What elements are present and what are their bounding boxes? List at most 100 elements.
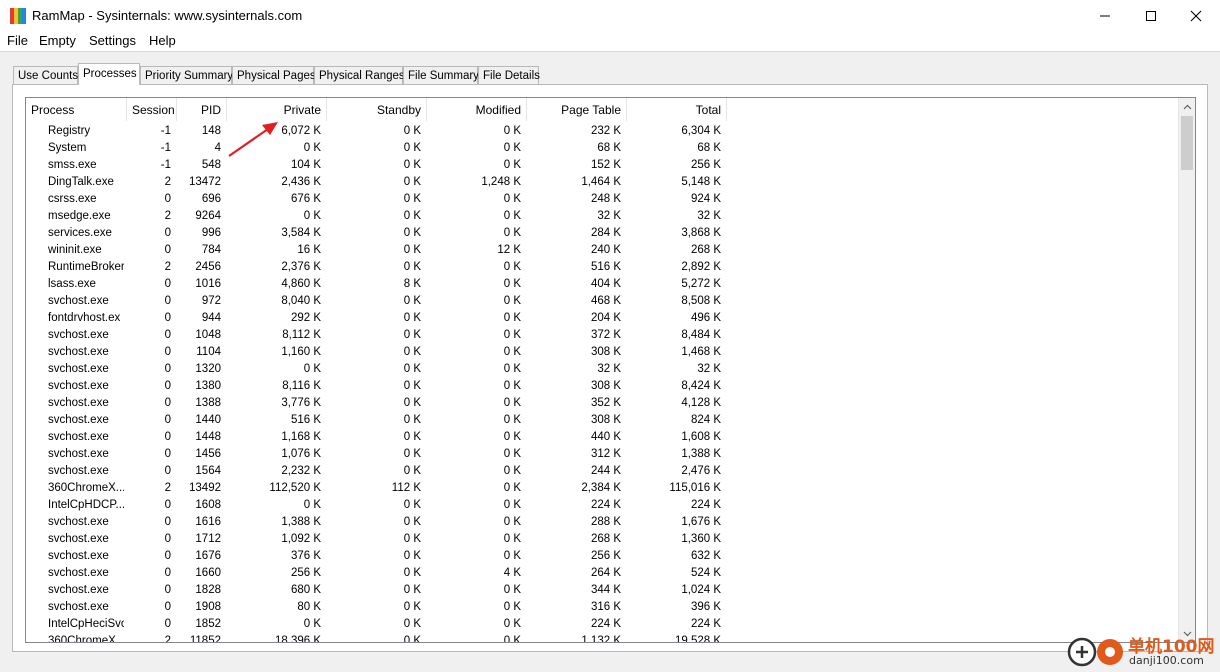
tab-priority-summary[interactable]: Priority Summary bbox=[140, 66, 233, 84]
close-icon bbox=[1190, 10, 1202, 21]
cell-private: 6,072 K bbox=[281, 125, 321, 137]
table-row[interactable]: svchost.exe 0 1104 1,160 K 0 K 0 K 308 K 1,468 … bbox=[26, 344, 1176, 361]
table-row[interactable]: svchost.exe 0 972 8,040 K 0 K 0 K 468 K 8,508 K bbox=[26, 293, 1176, 310]
table-row[interactable]: smss.exe -1 548 104 K 0 K 0 K 152 K 256 K bbox=[26, 157, 1176, 174]
table-row[interactable]: services.exe 0 996 3,584 K 0 K 0 K 284 K 3,868 … bbox=[26, 225, 1176, 242]
table-row[interactable]: svchost.exe 0 1676 376 K 0 K 0 K 256 K 632 K bbox=[26, 548, 1176, 565]
tab-file-details[interactable]: File Details bbox=[478, 66, 540, 84]
table-row[interactable]: svchost.exe 0 1388 3,776 K 0 K 0 K 352 K 4,128 … bbox=[26, 395, 1176, 412]
cell-process: System bbox=[48, 142, 87, 154]
cell-standby: 0 K bbox=[403, 312, 421, 324]
column-header-session[interactable]: Session bbox=[127, 98, 177, 121]
cell-modified: 0 K bbox=[503, 125, 521, 137]
column-header-private[interactable]: Private bbox=[227, 98, 327, 121]
cell-standby: 0 K bbox=[403, 448, 421, 460]
tab-file-summary[interactable]: File Summary bbox=[403, 66, 479, 84]
scroll-up-button[interactable] bbox=[1179, 98, 1195, 115]
column-header-process[interactable]: Process bbox=[26, 98, 127, 121]
cell-total: 1,024 K bbox=[681, 584, 721, 596]
table-row[interactable]: svchost.exe 0 1320 0 K 0 K 0 K 32 K 32 K bbox=[26, 361, 1176, 378]
watermark-url: danji100.com bbox=[1129, 654, 1204, 667]
cell-total: 2,892 K bbox=[681, 261, 721, 273]
table-row[interactable]: svchost.exe 0 1380 8,116 K 0 K 0 K 308 K 8,424 … bbox=[26, 378, 1176, 395]
cell-pid: 548 bbox=[201, 159, 221, 171]
menu-help[interactable]: Help bbox=[149, 33, 176, 48]
close-button[interactable] bbox=[1173, 0, 1219, 31]
table-row[interactable]: svchost.exe 0 1828 680 K 0 K 0 K 344 K 1,024 K bbox=[26, 582, 1176, 599]
cell-pid: 972 bbox=[201, 295, 221, 307]
cell-page-table: 312 K bbox=[590, 448, 621, 460]
table-row[interactable]: fontdrvhost.ex 0 944 292 K 0 K 0 K 204 K 496 K bbox=[26, 310, 1176, 327]
cell-total: 496 K bbox=[690, 312, 721, 324]
table-row[interactable]: DingTalk.exe 2 13472 2,436 K 0 K 1,248 K 1,464… bbox=[26, 174, 1176, 191]
column-header-page-table[interactable]: Page Table bbox=[527, 98, 627, 121]
column-header-pid[interactable]: PID bbox=[177, 98, 227, 121]
table-row[interactable]: svchost.exe 0 1456 1,076 K 0 K 0 K 312 K 1,388 … bbox=[26, 446, 1176, 463]
column-header-standby[interactable]: Standby bbox=[327, 98, 427, 121]
cell-session: 0 bbox=[164, 193, 171, 205]
table-row[interactable]: svchost.exe 0 1564 2,232 K 0 K 0 K 244 K 2,476 … bbox=[26, 463, 1176, 480]
maximize-button[interactable] bbox=[1128, 0, 1174, 31]
cell-session: 0 bbox=[164, 329, 171, 341]
table-row[interactable]: Registry -1 148 6,072 K 0 K 0 K 232 K 6,304 K bbox=[26, 123, 1176, 140]
cell-total: 524 K bbox=[690, 567, 721, 579]
table-row[interactable]: System -1 4 0 K 0 K 0 K 68 K 68 K bbox=[26, 140, 1176, 157]
tab-physical-ranges[interactable]: Physical Ranges bbox=[314, 66, 405, 84]
table-row[interactable]: svchost.exe 0 1908 80 K 0 K 0 K 316 K 396 K bbox=[26, 599, 1176, 616]
minimize-button[interactable] bbox=[1082, 0, 1128, 31]
vertical-scrollbar[interactable] bbox=[1178, 98, 1195, 642]
table-row[interactable]: svchost.exe 0 1448 1,168 K 0 K 0 K 440 K 1,608 … bbox=[26, 429, 1176, 446]
cell-modified: 0 K bbox=[503, 635, 521, 643]
cell-standby: 0 K bbox=[403, 244, 421, 256]
table-row[interactable]: IntelCpHeciSvc 0 1852 0 K 0 K 0 K 224 K 224 K bbox=[26, 616, 1176, 633]
cell-total: 1,388 K bbox=[681, 448, 721, 460]
cell-modified: 0 K bbox=[503, 482, 521, 494]
tab-processes[interactable]: Processes bbox=[78, 63, 140, 85]
cell-process: svchost.exe bbox=[48, 448, 109, 460]
cell-process: svchost.exe bbox=[48, 516, 109, 528]
table-row[interactable]: svchost.exe 0 1440 516 K 0 K 0 K 308 K 824 K bbox=[26, 412, 1176, 429]
table-row[interactable]: msedge.exe 2 9264 0 K 0 K 0 K 32 K 32 K bbox=[26, 208, 1176, 225]
cell-process: lsass.exe bbox=[48, 278, 96, 290]
cell-total: 6,304 K bbox=[681, 125, 721, 137]
table-row[interactable]: RuntimeBroker. 2 2456 2,376 K 0 K 0 K 516 K 2,8… bbox=[26, 259, 1176, 276]
cell-session: -1 bbox=[160, 142, 171, 154]
cell-standby: 0 K bbox=[403, 414, 421, 426]
cell-modified: 0 K bbox=[503, 278, 521, 290]
cell-standby: 0 K bbox=[403, 346, 421, 358]
table-row[interactable]: 360ChromeX... 2 13492 112,520 K 112 K 0 K 2,38… bbox=[26, 480, 1176, 497]
table-row[interactable]: 360ChromeX... 2 11852 18,396 K 0 K 0 K 1,132 K… bbox=[26, 633, 1176, 643]
cell-standby: 0 K bbox=[403, 295, 421, 307]
cell-private: 292 K bbox=[290, 312, 321, 324]
tab-physical-pages[interactable]: Physical Pages bbox=[232, 66, 316, 84]
cell-process: svchost.exe bbox=[48, 397, 109, 409]
processes-list[interactable]: Process Session PID Private Standby Modi… bbox=[25, 97, 1196, 643]
menu-settings[interactable]: Settings bbox=[89, 33, 136, 48]
table-row[interactable]: svchost.exe 0 1048 8,112 K 0 K 0 K 372 K 8,484 … bbox=[26, 327, 1176, 344]
table-row[interactable]: svchost.exe 0 1712 1,092 K 0 K 0 K 268 K 1,360 … bbox=[26, 531, 1176, 548]
cell-modified: 0 K bbox=[503, 499, 521, 511]
cell-session: 2 bbox=[164, 482, 171, 494]
cell-process: 360ChromeX... bbox=[48, 482, 124, 494]
menu-empty[interactable]: Empty bbox=[39, 33, 76, 48]
cell-private: 0 K bbox=[303, 499, 321, 511]
scroll-thumb[interactable] bbox=[1181, 116, 1193, 170]
title-bar: RamMap - Sysinternals: www.sysinternals.… bbox=[0, 0, 1220, 31]
table-row[interactable]: svchost.exe 0 1660 256 K 0 K 4 K 264 K 524 K bbox=[26, 565, 1176, 582]
table-row[interactable]: csrss.exe 0 696 676 K 0 K 0 K 248 K 924 K bbox=[26, 191, 1176, 208]
table-row[interactable]: IntelCpHDCP... 0 1608 0 K 0 K 0 K 224 K 224 K bbox=[26, 497, 1176, 514]
watermark-logo-icon bbox=[1067, 637, 1123, 667]
cell-modified: 0 K bbox=[503, 431, 521, 443]
column-header-modified[interactable]: Modified bbox=[427, 98, 527, 121]
table-row[interactable]: lsass.exe 0 1016 4,860 K 8 K 0 K 404 K 5,272 K bbox=[26, 276, 1176, 293]
cell-total: 256 K bbox=[690, 159, 721, 171]
menu-file[interactable]: File bbox=[7, 33, 28, 48]
column-header-total[interactable]: Total bbox=[627, 98, 727, 121]
tab-use-counts[interactable]: Use Counts bbox=[13, 66, 78, 84]
cell-modified: 0 K bbox=[503, 329, 521, 341]
cell-session: 0 bbox=[164, 584, 171, 596]
cell-total: 5,272 K bbox=[681, 278, 721, 290]
cell-page-table: 264 K bbox=[590, 567, 621, 579]
table-row[interactable]: svchost.exe 0 1616 1,388 K 0 K 0 K 288 K 1,676 … bbox=[26, 514, 1176, 531]
table-row[interactable]: wininit.exe 0 784 16 K 0 K 12 K 240 K 268 K bbox=[26, 242, 1176, 259]
